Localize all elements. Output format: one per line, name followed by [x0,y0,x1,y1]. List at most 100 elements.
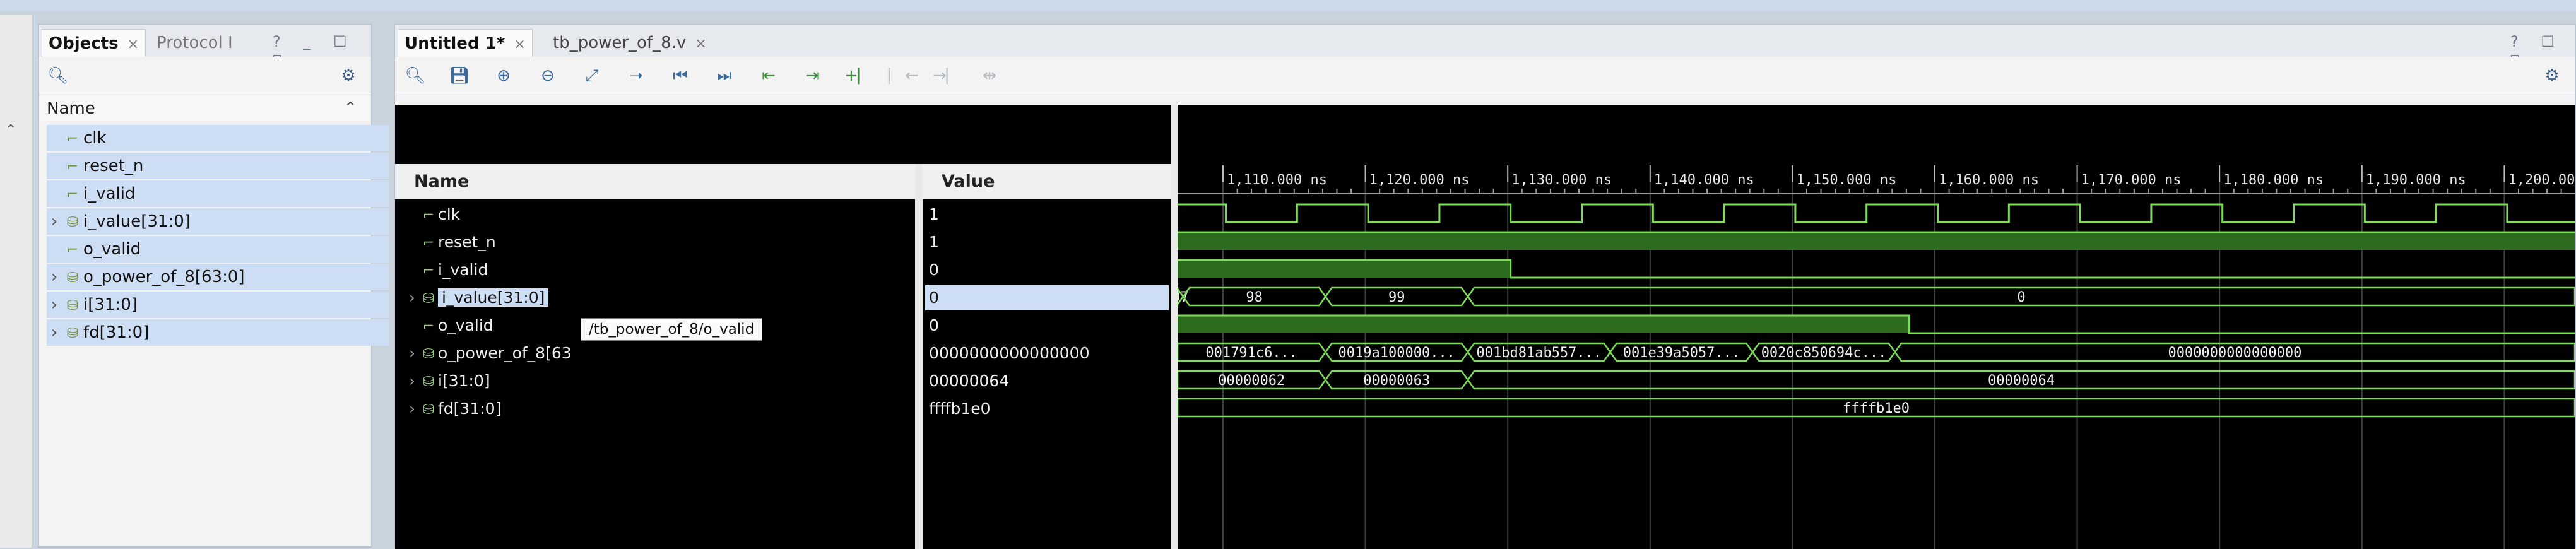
object-row[interactable]: ⌐ reset_n [47,153,389,179]
names-waves-divider[interactable] [1171,105,1178,549]
signal-name-row[interactable]: › ⛁ fd[31:0] [405,396,910,422]
name-column-header[interactable]: Name [395,164,915,199]
signal-value: 1 [929,233,939,251]
signal-value: 1 [929,205,939,223]
tab-tb-power-of-8[interactable]: tb_power_of_8.v × [547,29,713,57]
bit-signal-icon: ⌐ [422,235,435,251]
expand-chevron-icon[interactable]: › [405,285,419,310]
bit-signal-icon: ⌐ [422,319,435,334]
signal-name: clk [438,205,461,223]
signal-name-row[interactable]: ⌐ reset_n [405,230,910,255]
chevron-up-icon[interactable]: ⌃ [343,96,357,121]
signal-name: reset_n [438,233,496,251]
goto-start-icon[interactable]: ⏮ [668,63,693,88]
object-name: o_valid [83,240,141,259]
time-label: 1,110.000 ns [1227,172,1327,188]
signal-name: fd[31:0] [438,399,502,418]
object-row[interactable]: › ⛁ fd[31:0] [47,319,389,346]
bus-signal-icon: ⛁ [66,270,79,286]
time-label: 1,170.000 ns [2081,172,2182,188]
zoom-out-icon[interactable]: ⊖ [535,63,560,88]
time-label: 1,180.000 ns [2223,172,2324,188]
time-label: 1,200.000 [2508,172,2575,188]
next-transition-icon[interactable]: ⇥ [800,63,825,88]
objects-toolbar: 🔍︎ ⚙ [39,57,371,95]
object-row[interactable]: ⌐ clk [47,125,389,151]
object-name: reset_n [83,156,144,175]
signal-tooltip: /tb_power_of_8/o_valid [581,318,763,341]
object-name: i[31:0] [83,295,138,314]
i-value-bus-value: 99 [1388,290,1405,305]
waveform-canvas[interactable]: 1,110.000 ns 1,120.000 ns 1,130.000 ns 1,14… [1178,105,2575,549]
waveform-panel: Untitled 1*× tb_power_of_8.v× ? ☐ ⧉ 🔍︎ 💾… [394,24,2576,549]
o-power-of-8-bus-value: 001bd81ab557... [1476,345,1602,361]
search-icon[interactable]: 🔍︎ [45,63,71,88]
reset-n-high-fill [1178,232,2575,250]
fd-bus-value: ffffb1e0 [1843,401,1910,416]
expand-chevron-icon[interactable]: › [405,396,419,422]
goto-cursor-icon[interactable]: ➝ [623,63,649,88]
close-icon[interactable]: × [695,36,706,52]
signal-name-row[interactable]: ⌐ i_valid [405,257,910,283]
close-icon[interactable]: × [514,37,525,52]
expand-chevron-icon[interactable]: › [405,369,419,394]
tab-protocol[interactable]: Protocol I [150,29,239,57]
expand-chevron-icon[interactable]: › [47,319,62,346]
signal-name-row[interactable]: › ⛁ i[31:0] [405,369,910,394]
zoom-fit-icon[interactable]: ⤢ [579,63,605,88]
signal-name: i_valid [438,261,488,279]
chevron-up-icon[interactable]: ⌃ [5,122,16,138]
bit-signal-icon: ⌐ [66,159,79,175]
o-power-of-8-bus-value: 001791c6... [1205,345,1297,361]
bit-signal-icon: ⌐ [66,242,79,258]
object-row[interactable]: ⌐ i_valid [47,180,389,207]
gear-icon[interactable]: ⚙ [2539,63,2565,88]
next-marker-icon[interactable]: →⎸ [933,63,963,88]
gear-icon[interactable]: ⚙ [336,63,361,88]
object-name: fd[31:0] [83,323,150,342]
title-strip [0,0,2576,11]
expand-chevron-icon[interactable]: › [47,264,62,290]
object-name: i_value[31:0] [83,212,191,231]
object-name: o_power_of_8[63:0] [83,268,245,286]
expand-chevron-icon[interactable]: › [405,341,419,366]
object-row[interactable]: › ⛁ o_power_of_8[63:0] [47,264,389,290]
o-power-of-8-bus-value: 0019a100000... [1338,345,1455,361]
object-row[interactable]: › ⛁ i[31:0] [47,292,389,318]
expand-chevron-icon[interactable]: › [47,292,62,318]
object-name: i_valid [83,184,136,203]
signal-name-row[interactable]: › ⛁ i_value[31:0] [405,285,910,310]
time-label: 1,160.000 ns [1939,172,2039,188]
previous-marker-icon[interactable]: ⎸← [889,63,919,88]
tab-objects[interactable]: Objects × [42,29,146,57]
object-name: clk [83,129,107,148]
goto-end-icon[interactable]: ⏭ [712,63,737,88]
close-icon[interactable]: × [127,37,139,52]
bit-signal-icon: ⌐ [66,131,79,147]
signal-value: 0 [929,261,939,279]
objects-tabbar: Objects× Protocol I ? _ ☐ ⧉ [39,25,371,68]
signal-value: ffffb1e0 [929,399,991,418]
time-label: 1,150.000 ns [1796,172,1896,188]
value-column-header[interactable]: Value [923,164,1171,199]
signal-name-row[interactable]: ⌐ clk [405,202,910,227]
save-icon[interactable]: 💾︎ [447,63,472,88]
object-row[interactable]: › ⛁ i_value[31:0] [47,208,389,235]
bus-signal-icon: ⛁ [422,402,435,418]
objects-name-header[interactable]: Name ⌃ [39,96,371,121]
swap-cursors-icon[interactable]: ⇹ [977,63,1002,88]
i-bus-value: 00000064 [1988,373,2055,389]
tab-untitled-1[interactable]: Untitled 1* × [398,29,533,57]
previous-transition-icon[interactable]: ⇤ [756,63,781,88]
signal-name-row[interactable]: › ⛁ o_power_of_8[63 [405,341,910,366]
bus-signal-icon: ⛁ [66,326,79,341]
bus-signal-icon: ⛁ [422,374,435,390]
bus-signal-icon: ⛁ [422,291,435,307]
expand-chevron-icon[interactable]: › [47,208,62,235]
object-row[interactable]: ⌐ o_valid [47,236,389,263]
signal-value: 00000064 [929,372,1010,390]
add-marker-icon[interactable]: +⎸ [844,63,875,88]
zoom-in-icon[interactable]: ⊕ [491,63,516,88]
search-icon[interactable]: 🔍︎ [403,63,428,88]
name-value-divider[interactable] [915,164,923,549]
